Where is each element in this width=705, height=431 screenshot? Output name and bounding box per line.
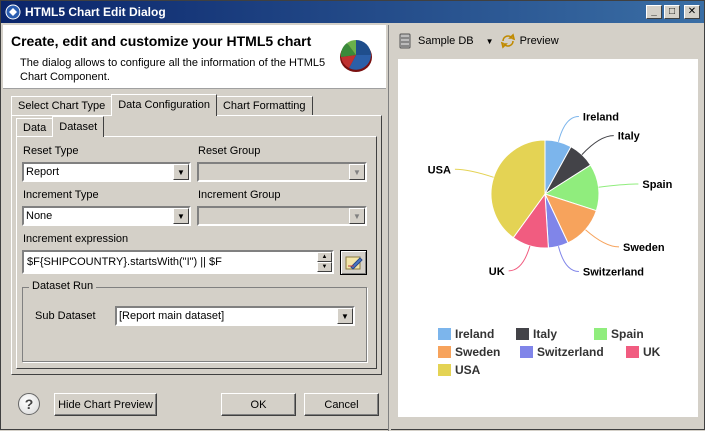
reset-group-label: Reset Group bbox=[198, 145, 261, 157]
pie-chart-icon bbox=[340, 40, 372, 72]
increment-expression-input[interactable]: $F{SHIPCOUNTRY}.startsWith("I") || $F ▲ … bbox=[22, 250, 334, 274]
dropdown-arrow-icon[interactable]: ▼ bbox=[349, 164, 365, 180]
data-label-spain: Spain bbox=[642, 179, 672, 191]
sample-db-label: Sample DB bbox=[418, 35, 474, 47]
increment-expression-value: $F{SHIPCOUNTRY}.startsWith("I") || $F bbox=[27, 256, 222, 268]
dropdown-arrow-icon[interactable]: ▼ bbox=[337, 308, 353, 324]
app-icon bbox=[5, 4, 21, 20]
header-title: Create, edit and customize your HTML5 ch… bbox=[11, 33, 312, 49]
minimize-button[interactable]: _ bbox=[646, 5, 662, 19]
ok-button[interactable]: OK bbox=[221, 393, 296, 416]
pane-splitter[interactable] bbox=[388, 25, 391, 431]
refresh-icon bbox=[500, 33, 515, 49]
reset-type-label: Reset Type bbox=[23, 145, 79, 157]
legend-label-ireland[interactable]: Ireland bbox=[455, 327, 494, 341]
legend-swatch-sweden[interactable] bbox=[438, 346, 451, 358]
tab-select-chart-type[interactable]: Select Chart Type bbox=[11, 96, 113, 116]
increment-type-label: Increment Type bbox=[23, 189, 99, 201]
dropdown-arrow-icon[interactable]: ▼ bbox=[349, 208, 365, 224]
legend-swatch-ireland[interactable] bbox=[438, 328, 451, 340]
tab-dataset[interactable]: Dataset bbox=[52, 116, 105, 137]
dropdown-arrow-icon[interactable]: ▼ bbox=[173, 208, 189, 224]
connector-usa bbox=[454, 168, 494, 178]
header-description: The dialog allows to configure all the i… bbox=[20, 57, 326, 83]
legend-swatch-italy[interactable] bbox=[516, 328, 529, 340]
data-label-usa: USA bbox=[428, 164, 451, 176]
help-icon[interactable]: ? bbox=[18, 393, 40, 415]
maximize-button[interactable]: □ bbox=[664, 5, 680, 19]
data-label-switzerland: Switzerland bbox=[583, 266, 644, 278]
reset-group-select[interactable]: ▼ bbox=[197, 162, 367, 182]
legend-label-switzerland[interactable]: Switzerland bbox=[537, 345, 604, 359]
connector-ireland bbox=[557, 116, 579, 142]
tab-data-configuration[interactable]: Data Configuration bbox=[111, 94, 217, 116]
increment-type-select[interactable]: None ▼ bbox=[22, 206, 191, 226]
legend-label-italy[interactable]: Italy bbox=[533, 327, 557, 341]
reset-type-value: Report bbox=[26, 166, 60, 178]
sub-dataset-value: [Report main dataset] bbox=[119, 310, 225, 322]
chevron-down-icon[interactable]: ▼ bbox=[486, 37, 494, 46]
legend-label-usa[interactable]: USA bbox=[455, 363, 481, 377]
legend-swatch-uk[interactable] bbox=[626, 346, 639, 358]
tab-chart-formatting[interactable]: Chart Formatting bbox=[215, 96, 313, 116]
title-bar[interactable]: HTML5 Chart Edit Dialog _ □ ✕ bbox=[1, 1, 704, 23]
sub-tab-bar: Data Dataset bbox=[16, 116, 105, 137]
expression-editor-icon bbox=[345, 256, 363, 270]
window-title: HTML5 Chart Edit Dialog bbox=[25, 5, 166, 19]
preview-button[interactable]: Preview bbox=[500, 33, 559, 49]
connector-sweden bbox=[585, 229, 620, 248]
increment-type-value: None bbox=[26, 210, 53, 222]
tab-data[interactable]: Data bbox=[16, 118, 54, 137]
dropdown-arrow-icon[interactable]: ▼ bbox=[173, 164, 189, 180]
increment-group-label: Increment Group bbox=[198, 189, 281, 201]
data-label-uk: UK bbox=[489, 266, 505, 278]
hide-chart-preview-button[interactable]: Hide Chart Preview bbox=[54, 393, 157, 416]
data-label-sweden: Sweden bbox=[623, 242, 665, 254]
main-tab-bar: Select Chart Type Data Configuration Cha… bbox=[11, 94, 313, 116]
dialog-window: HTML5 Chart Edit Dialog _ □ ✕ Create, ed… bbox=[0, 0, 705, 431]
legend-label-sweden[interactable]: Sweden bbox=[455, 345, 500, 359]
cancel-button[interactable]: Cancel bbox=[304, 393, 379, 416]
legend-swatch-usa[interactable] bbox=[438, 364, 451, 376]
data-label-ireland: Ireland bbox=[583, 112, 619, 124]
scroll-up-icon[interactable]: ▲ bbox=[317, 252, 332, 262]
reset-type-select[interactable]: Report ▼ bbox=[22, 162, 191, 182]
pie-chart: Ireland Italy Spain Sweden Switzerland UK USA I… bbox=[428, 112, 673, 377]
increment-group-select[interactable]: ▼ bbox=[197, 206, 367, 226]
sub-dataset-label: Sub Dataset bbox=[35, 310, 96, 322]
sample-db-dropdown[interactable]: Sample DB ▼ bbox=[398, 33, 494, 49]
expression-editor-button[interactable] bbox=[340, 250, 367, 275]
preview-label: Preview bbox=[519, 35, 559, 47]
connector-spain bbox=[598, 183, 639, 188]
connector-switzerland bbox=[557, 246, 579, 272]
preview-toolbar: Sample DB ▼ Preview bbox=[398, 31, 565, 51]
data-label-italy: Italy bbox=[618, 131, 641, 143]
dataset-run-title: Dataset Run bbox=[29, 280, 97, 292]
sub-dataset-select[interactable]: [Report main dataset] ▼ bbox=[115, 306, 355, 326]
expression-scroll[interactable]: ▲ ▼ bbox=[317, 252, 332, 272]
database-icon bbox=[399, 33, 411, 49]
legend-label-uk[interactable]: UK bbox=[643, 345, 661, 359]
legend-swatch-switzerland[interactable] bbox=[520, 346, 533, 358]
dialog-header: Create, edit and customize your HTML5 ch… bbox=[3, 25, 386, 89]
connector-italy bbox=[581, 135, 614, 155]
chart-preview: Ireland Italy Spain Sweden Switzerland UK USA I… bbox=[398, 59, 698, 417]
legend-swatch-spain[interactable] bbox=[594, 328, 607, 340]
connector-uk bbox=[508, 245, 531, 272]
scroll-down-icon[interactable]: ▼ bbox=[317, 262, 332, 272]
legend-label-spain[interactable]: Spain bbox=[611, 327, 644, 341]
close-button[interactable]: ✕ bbox=[684, 5, 700, 19]
increment-expression-label: Increment expression bbox=[23, 233, 129, 245]
